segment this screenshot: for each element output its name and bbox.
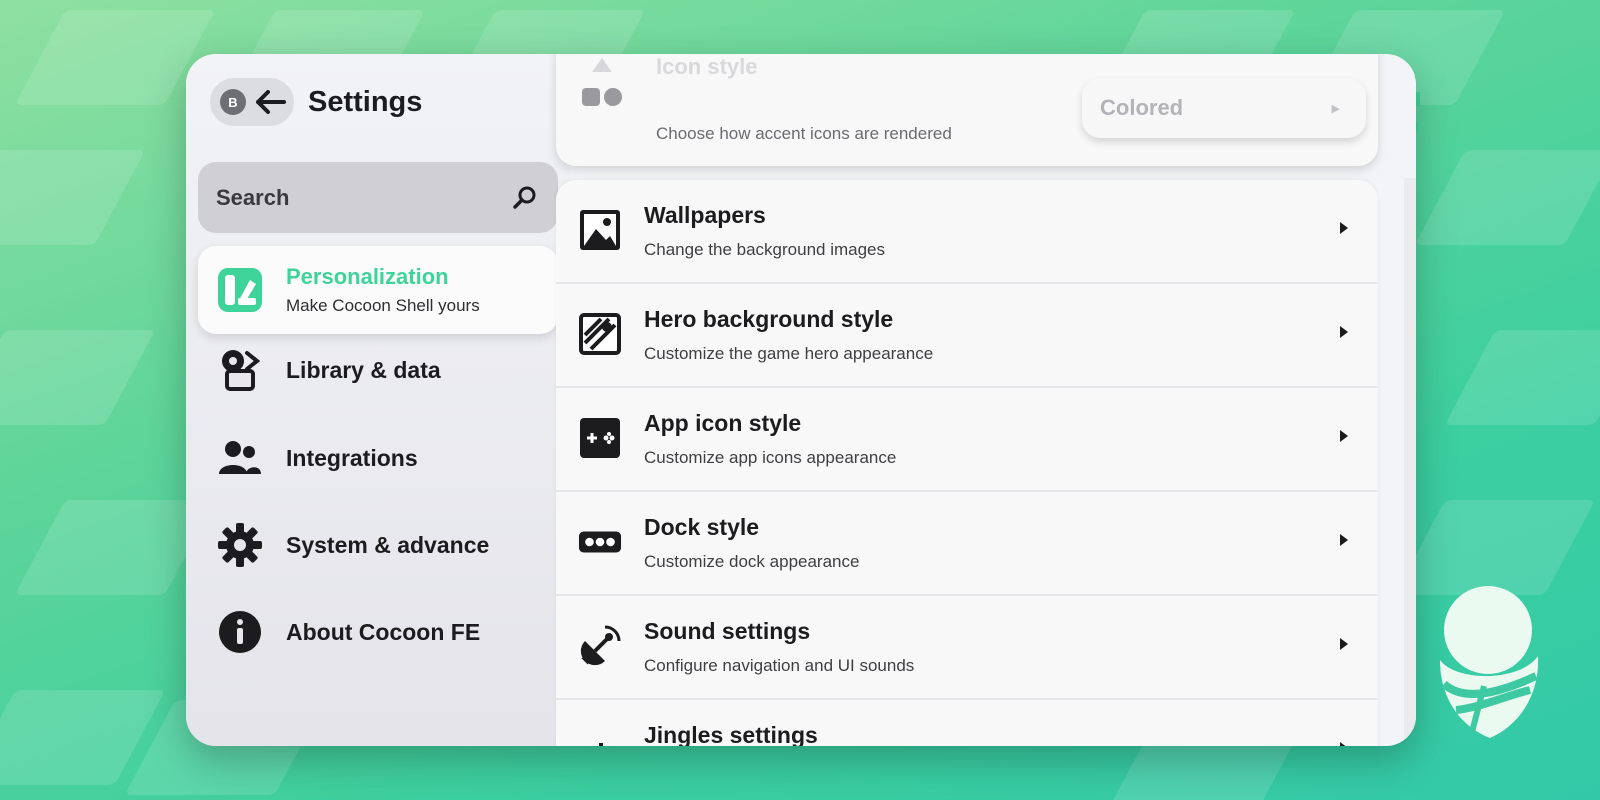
- row-subtitle: Configure navigation and UI sounds: [644, 656, 915, 675]
- image-icon: [578, 208, 622, 252]
- sidebar-item-about[interactable]: About Cocoon FE: [216, 602, 556, 662]
- sidebar-item-subtitle: Make Cocoon Shell yours: [286, 296, 480, 315]
- list-item-app-icon-style[interactable]: App icon style Customize app icons appea…: [556, 388, 1378, 492]
- row-title: Hero background style: [644, 306, 894, 332]
- list-item-wallpapers[interactable]: Wallpapers Change the background images: [556, 180, 1378, 284]
- sidebar-item-label: System & advance: [286, 531, 490, 558]
- sidebar-item-library[interactable]: Library & data: [216, 340, 556, 400]
- chevron-right-icon: [1340, 742, 1348, 746]
- sidebar-item-system[interactable]: System & advance: [216, 515, 556, 575]
- info-icon: [216, 608, 264, 656]
- icon-style-setting[interactable]: Icon style Choose how accent icons are r…: [556, 54, 1378, 166]
- sidebar-item-label: Integrations: [286, 444, 418, 471]
- music-note-icon: [578, 728, 622, 746]
- sidebar: B Settings Search Personalization Make C…: [186, 54, 570, 746]
- satellite-icon: [578, 624, 622, 668]
- dock-icon: [578, 520, 622, 564]
- settings-list: Wallpapers Change the background images …: [556, 180, 1378, 746]
- select-value: Colored: [1100, 95, 1184, 120]
- row-title: Wallpapers: [644, 202, 766, 228]
- list-item-dock-style[interactable]: Dock style Customize dock appearance: [556, 492, 1378, 596]
- shapes-icon: [580, 54, 624, 114]
- sidebar-item-personalization[interactable]: Personalization Make Cocoon Shell yours: [198, 246, 558, 334]
- arrow-left-icon: [256, 90, 286, 114]
- row-title: Jingles settings: [644, 722, 818, 746]
- row-title: App icon style: [644, 410, 802, 436]
- sidebar-item-label: About Cocoon FE: [286, 618, 481, 645]
- chevron-right-icon: ▶: [1331, 101, 1340, 115]
- row-subtitle: Customize the game hero appearance: [644, 344, 934, 363]
- header: B Settings: [210, 78, 422, 126]
- setting-subtitle: Choose how accent icons are rendered: [656, 124, 952, 143]
- row-subtitle: Customize dock appearance: [644, 552, 860, 571]
- settings-window: B Settings Search Personalization Make C…: [186, 54, 1416, 746]
- b-button-hint: B: [220, 89, 246, 115]
- row-subtitle: Change the background images: [644, 240, 885, 259]
- back-button[interactable]: B: [210, 78, 294, 126]
- icon-style-select[interactable]: Colored ▶: [1082, 78, 1366, 138]
- cocoon-logo: [1436, 586, 1546, 742]
- row-title: Dock style: [644, 514, 760, 540]
- row-subtitle: Customize app icons appearance: [644, 448, 897, 467]
- row-title: Sound settings: [644, 618, 811, 644]
- list-item-hero-background[interactable]: Hero background style Customize the game…: [556, 284, 1378, 388]
- sidebar-item-title: Personalization: [286, 264, 449, 289]
- scrollbar[interactable]: [1404, 178, 1416, 746]
- search-input[interactable]: Search: [198, 162, 558, 233]
- gear-icon: [216, 521, 264, 569]
- list-item-sound-settings[interactable]: Sound settings Configure navigation and …: [556, 596, 1378, 700]
- chevron-right-icon: [1340, 534, 1348, 546]
- people-icon: [216, 434, 264, 482]
- content-panel: Icon style Choose how accent icons are r…: [556, 54, 1416, 746]
- chevron-right-icon: [1340, 326, 1348, 338]
- library-icon: [216, 346, 264, 394]
- search-label: Search: [216, 184, 290, 210]
- page-title: Settings: [308, 85, 423, 118]
- sidebar-item-integrations[interactable]: Integrations: [216, 428, 556, 488]
- personalization-icon: [216, 266, 264, 314]
- chevron-right-icon: [1340, 638, 1348, 650]
- chevron-right-icon: [1340, 222, 1348, 234]
- hero-image-icon: [578, 312, 622, 356]
- setting-title: Icon style: [656, 54, 758, 79]
- sidebar-item-label: Library & data: [286, 356, 441, 383]
- chevron-right-icon: [1340, 430, 1348, 442]
- gamepad-icon: [578, 416, 622, 460]
- list-item-jingles-settings[interactable]: Jingles settings: [556, 700, 1378, 746]
- search-icon: [513, 186, 536, 209]
